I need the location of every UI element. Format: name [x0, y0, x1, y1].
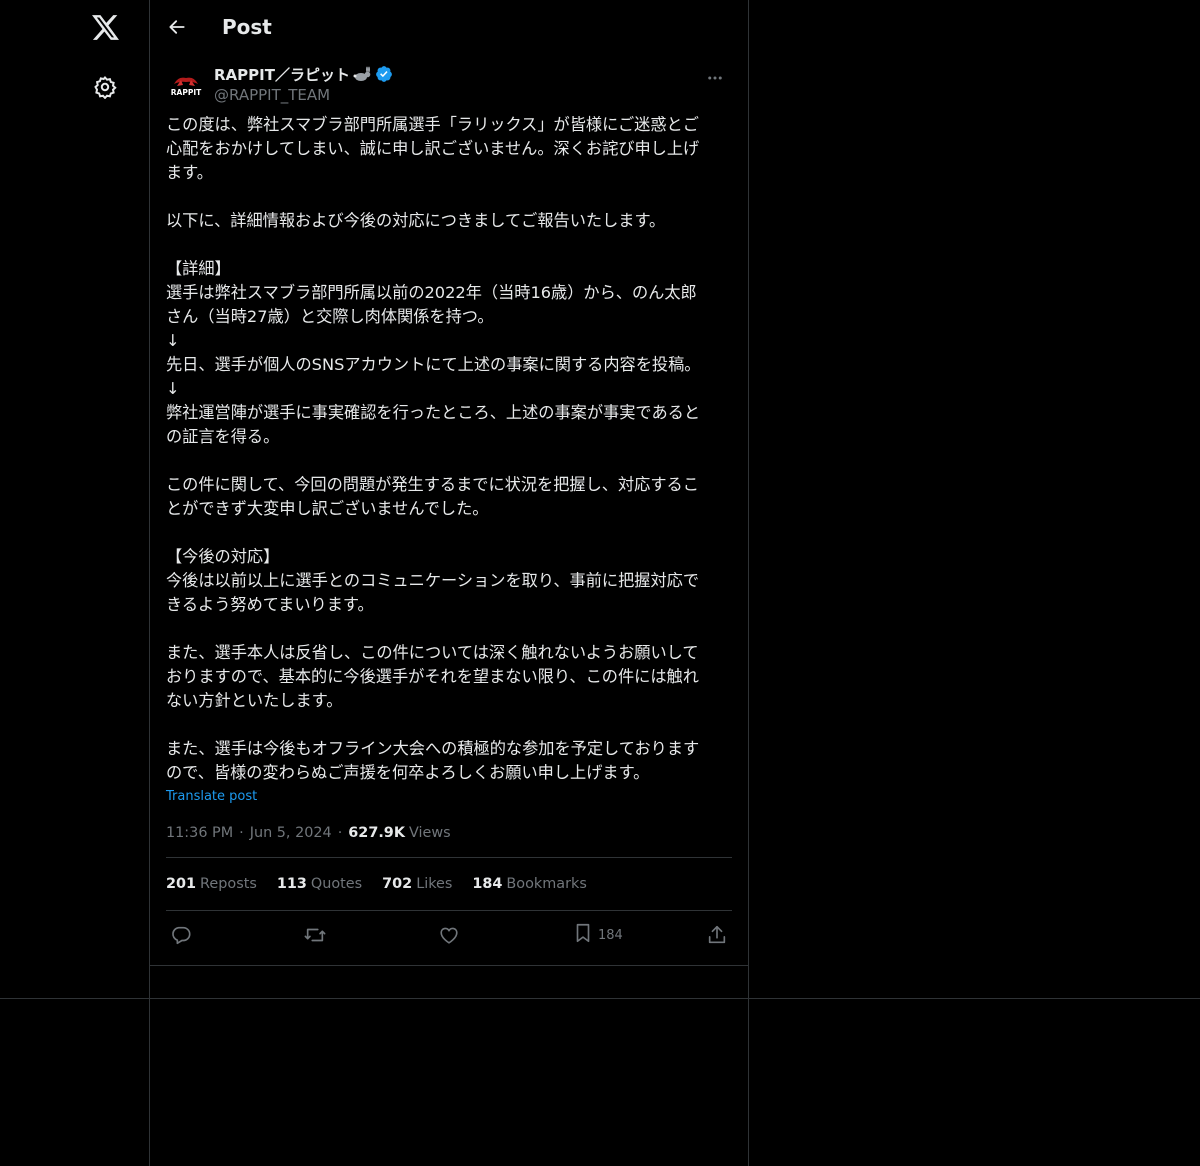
- post-text: この度は、弊社スマブラ部門所属選手「ラリックス」が皆様にご迷惑とご 心配をおかけ…: [166, 113, 732, 785]
- share-icon[interactable]: [706, 923, 728, 947]
- bookmarks-count: 184: [472, 876, 503, 892]
- handle[interactable]: @RAPPIT_TEAM: [214, 85, 393, 105]
- bookmarks-stat[interactable]: 184 Bookmarks: [472, 876, 586, 892]
- reposts-count: 201: [166, 876, 197, 892]
- rabbit-icon: [352, 66, 372, 82]
- post-time[interactable]: 11:36 PM: [166, 825, 233, 841]
- post-paragraph: また、選手本人は反省し、この件については深く触れないようお願いして おりますので…: [166, 643, 699, 710]
- author-info: RAPPIT／ラピット @RAPPIT_TEAM: [214, 63, 393, 105]
- quotes-label: Quotes: [310, 876, 363, 892]
- post-paragraph: この件に関して、今回の問題が発生するまでに状況を把握し、対応するこ とができず大…: [166, 475, 699, 518]
- post-paragraph: 【今後の対応】 今後は以前以上に選手とのコミュニケーションを取り、事前に把握対応…: [166, 547, 700, 614]
- separator: ·: [337, 824, 343, 841]
- post-meta: 11:36 PM · Jun 5, 2024 · 627.9K Views: [166, 808, 732, 858]
- post-paragraph: [166, 521, 732, 545]
- likes-label: Likes: [416, 876, 453, 892]
- author-row: RAPPIT RAPPIT／ラピット @RAPPIT_TEAM: [166, 53, 732, 111]
- likes-count: 702: [382, 876, 413, 892]
- bookmarks-label: Bookmarks: [506, 876, 587, 892]
- display-name[interactable]: RAPPIT／ラピット: [214, 64, 350, 85]
- display-name-row: RAPPIT／ラピット: [214, 63, 393, 85]
- post-header: Post: [150, 0, 748, 53]
- post-paragraph: [166, 713, 732, 737]
- reposts-label: Reposts: [200, 876, 257, 892]
- post-paragraph: この度は、弊社スマブラ部門所属選手「ラリックス」が皆様にご迷惑とご 心配をおかけ…: [166, 115, 700, 182]
- post-paragraph: [166, 185, 732, 209]
- views-count: 627.9K: [348, 824, 405, 841]
- post-stats: 201 Reposts 113 Quotes 702 Likes 184 Bookmar…: [166, 858, 732, 911]
- post-actions: 184: [166, 911, 732, 959]
- page-title: Post: [222, 14, 272, 39]
- quotes-count: 113: [276, 876, 307, 892]
- translate-post-link[interactable]: Translate post: [166, 786, 732, 808]
- repost-icon[interactable]: [304, 923, 326, 947]
- bookmark-button[interactable]: 184: [572, 923, 623, 947]
- x-logo-icon[interactable]: [85, 7, 125, 47]
- views-label: Views: [408, 824, 451, 841]
- quotes-stat[interactable]: 113 Quotes: [277, 876, 362, 892]
- separator: ·: [239, 824, 244, 841]
- post-paragraph: 以下に、詳細情報および今後の対応につきましてご報告いたします。: [166, 211, 666, 230]
- avatar[interactable]: RAPPIT: [168, 70, 204, 106]
- reposts-stat[interactable]: 201 Reposts: [166, 876, 257, 892]
- post-paragraph: [166, 233, 732, 257]
- svg-text:RAPPIT: RAPPIT: [171, 88, 202, 97]
- post-paragraph: 【詳細】 選手は弊社スマブラ部門所属以前の2022年（当時16歳）から、のん太郎…: [166, 259, 701, 446]
- page: Post RAPPIT RAPPIT／ラピット @RAPPIT_TEAM この度…: [0, 0, 1200, 1166]
- post-paragraph: また、選手は今後もオフライン大会への積極的な参加を予定しております ので、皆様の…: [166, 739, 700, 782]
- likes-stat[interactable]: 702 Likes: [382, 876, 452, 892]
- bookmark-count: 184: [598, 927, 623, 943]
- more-icon[interactable]: [698, 63, 732, 93]
- divider: [150, 965, 749, 966]
- post: RAPPIT RAPPIT／ラピット @RAPPIT_TEAM この度は、弊社ス…: [150, 53, 748, 959]
- post-paragraph: [166, 449, 732, 473]
- gear-icon[interactable]: [85, 67, 125, 107]
- bookmark-icon: [572, 922, 594, 948]
- main-column: Post RAPPIT RAPPIT／ラピット @RAPPIT_TEAM この度…: [150, 0, 749, 1166]
- verified-badge-icon[interactable]: [375, 65, 393, 83]
- arrow-left-icon[interactable]: [166, 16, 188, 38]
- reply-icon[interactable]: [170, 923, 192, 947]
- heart-icon[interactable]: [438, 923, 460, 947]
- post-date[interactable]: Jun 5, 2024: [250, 825, 332, 841]
- divider: [0, 998, 1200, 999]
- left-nav: [0, 0, 150, 1166]
- post-paragraph: [166, 617, 732, 641]
